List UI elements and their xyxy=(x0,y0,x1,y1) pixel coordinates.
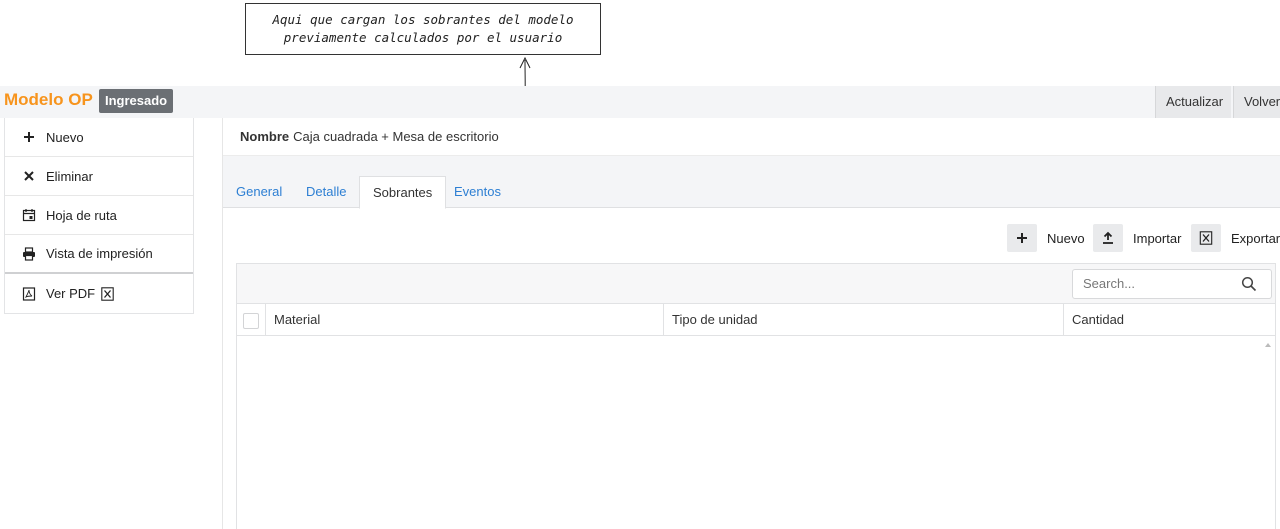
select-all-checkbox[interactable] xyxy=(243,313,259,329)
printer-icon xyxy=(22,246,36,261)
scroll-up-arrow[interactable] xyxy=(1265,343,1271,347)
status-badge: Ingresado xyxy=(99,89,174,113)
tab-detalle[interactable]: Detalle xyxy=(293,176,359,208)
grid-header: Material Tipo de unidad Cantidad xyxy=(237,304,1275,336)
sidebar-item-label: Hoja de ruta xyxy=(46,207,117,223)
search-input[interactable]: Search... xyxy=(1072,269,1272,299)
sidebar-item-vista-de-impresion[interactable]: Vista de impresión xyxy=(5,235,193,274)
sidebar-item-label: Ver PDF xyxy=(46,286,96,301)
tab-general[interactable]: General xyxy=(223,176,295,208)
annotation-callout: Aqui que cargan los sobrantes del modelo… xyxy=(245,3,601,55)
record-name-bar: Nombre Caja cuadrada + Mesa de escritorio xyxy=(223,118,1280,156)
header-bar xyxy=(0,86,1280,118)
nuevo-label: Nuevo xyxy=(1047,230,1085,246)
volver-button[interactable]: Volver xyxy=(1233,86,1280,118)
pdf-icon xyxy=(22,286,36,301)
actualizar-button[interactable]: Actualizar xyxy=(1155,86,1231,118)
importar-button[interactable]: Importar xyxy=(1093,224,1181,252)
column-header-tipo-de-unidad[interactable]: Tipo de unidad xyxy=(663,304,1063,336)
annotation-line-2: previamente calculados por el usuario xyxy=(283,30,563,45)
annotation-line-1: Aqui que cargan los sobrantes del modelo xyxy=(272,12,574,27)
sidebar-item-eliminar[interactable]: Eliminar xyxy=(5,157,193,196)
sobrantes-grid: Search... Material Tipo de unidad Cantid… xyxy=(236,263,1276,529)
nuevo-button[interactable]: Nuevo xyxy=(1007,224,1085,252)
sidebar-item-ver-pdf[interactable]: Ver PDF xyxy=(5,274,193,313)
name-label: Nombre xyxy=(240,129,290,144)
tab-sobrantes[interactable]: Sobrantes xyxy=(359,176,447,209)
close-icon xyxy=(22,169,36,183)
column-header-material[interactable]: Material xyxy=(265,304,663,336)
search-placeholder: Search... xyxy=(1083,276,1136,291)
sidebar-item-hoja-de-ruta[interactable]: Hoja de ruta xyxy=(5,196,193,235)
sidebar-item-label: Eliminar xyxy=(46,168,93,184)
sidebar: Nuevo Eliminar Hoja de ruta Vista de imp… xyxy=(4,118,194,314)
exportar-button[interactable]: Exportar xyxy=(1191,224,1280,252)
search-icon[interactable] xyxy=(1241,276,1257,292)
tab-bar: General Detalle Sobrantes Eventos xyxy=(223,156,1280,209)
sidebar-item-nuevo[interactable]: Nuevo xyxy=(5,118,193,157)
importar-label: Importar xyxy=(1133,230,1182,246)
sidebar-item-label: Nuevo xyxy=(46,129,84,145)
tab-eventos[interactable]: Eventos xyxy=(441,176,514,208)
exportar-label: Exportar xyxy=(1231,230,1280,246)
sidebar-item-label: Vista de impresión xyxy=(46,246,153,261)
excel-icon xyxy=(1191,224,1221,252)
page-title: Modelo OP xyxy=(4,90,93,109)
excel-icon[interactable] xyxy=(101,286,114,301)
plus-icon xyxy=(22,130,36,144)
main-content: Nombre Caja cuadrada + Mesa de escritorio… xyxy=(222,118,1280,529)
plus-icon xyxy=(1007,224,1037,252)
grid-toolbar: Search... xyxy=(237,264,1275,304)
name-value: Caja cuadrada + Mesa de escritorio xyxy=(293,129,499,144)
upload-icon xyxy=(1093,224,1123,252)
calendar-icon xyxy=(22,208,36,222)
column-header-cantidad[interactable]: Cantidad xyxy=(1063,304,1263,336)
